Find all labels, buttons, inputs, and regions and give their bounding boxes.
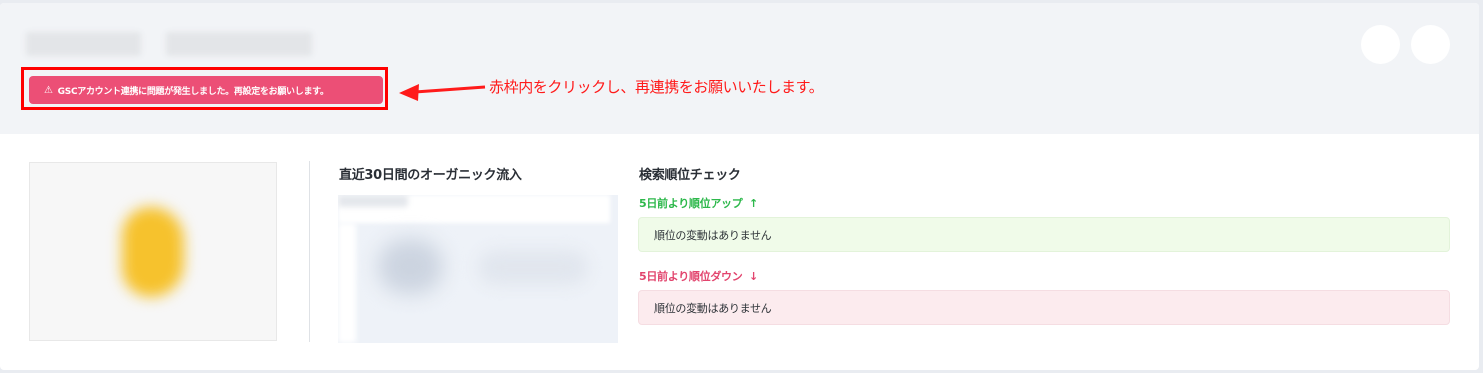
thumbnail-blurred-image xyxy=(122,207,184,297)
rank-up-message-box: 順位の変動はありません xyxy=(638,217,1450,252)
rank-down-message: 順位の変動はありません xyxy=(654,301,772,315)
arrow-up-icon: ↑ xyxy=(748,197,758,210)
site-thumbnail xyxy=(29,162,277,341)
rank-up-label-text: 5日前より順位アップ xyxy=(639,197,743,210)
left-arrow-icon xyxy=(399,84,486,101)
annotation-text: 赤枠内をクリックし、再連携をお願いいたします。 xyxy=(489,78,824,96)
blurred-site-name xyxy=(26,32,141,56)
gsc-reconnect-alert-label: GSCアカウント連携に問題が発生しました。再設定をお願いします。 xyxy=(57,86,329,97)
warning-icon: ⚠ xyxy=(44,84,53,96)
header-action-button-2[interactable] xyxy=(1411,25,1450,64)
rank-up-message: 順位の変動はありません xyxy=(654,228,772,242)
vertical-divider xyxy=(309,161,310,342)
organic-traffic-chart xyxy=(338,195,618,343)
site-card: ⚠ GSCアカウント連携に問題が発生しました。再設定をお願いします。 赤枠内をク… xyxy=(0,3,1479,370)
rank-up-label: 5日前より順位アップ ↑ xyxy=(639,195,758,211)
rank-check-title: 検索順位チェック xyxy=(639,168,741,183)
arrow-down-icon: ↓ xyxy=(748,270,758,283)
rank-down-label-text: 5日前より順位ダウン xyxy=(639,270,743,283)
rank-down-label: 5日前より順位ダウン ↓ xyxy=(639,268,758,284)
gsc-reconnect-alert-button[interactable]: ⚠ GSCアカウント連携に問題が発生しました。再設定をお願いします。 xyxy=(29,76,383,104)
organic-traffic-title: 直近30日間のオーガニック流入 xyxy=(339,168,522,183)
header-action-button-1[interactable] xyxy=(1361,25,1400,64)
blurred-site-url xyxy=(166,32,312,56)
rank-down-message-box: 順位の変動はありません xyxy=(638,290,1450,325)
card-header: ⚠ GSCアカウント連携に問題が発生しました。再設定をお願いします。 赤枠内をク… xyxy=(0,3,1479,134)
